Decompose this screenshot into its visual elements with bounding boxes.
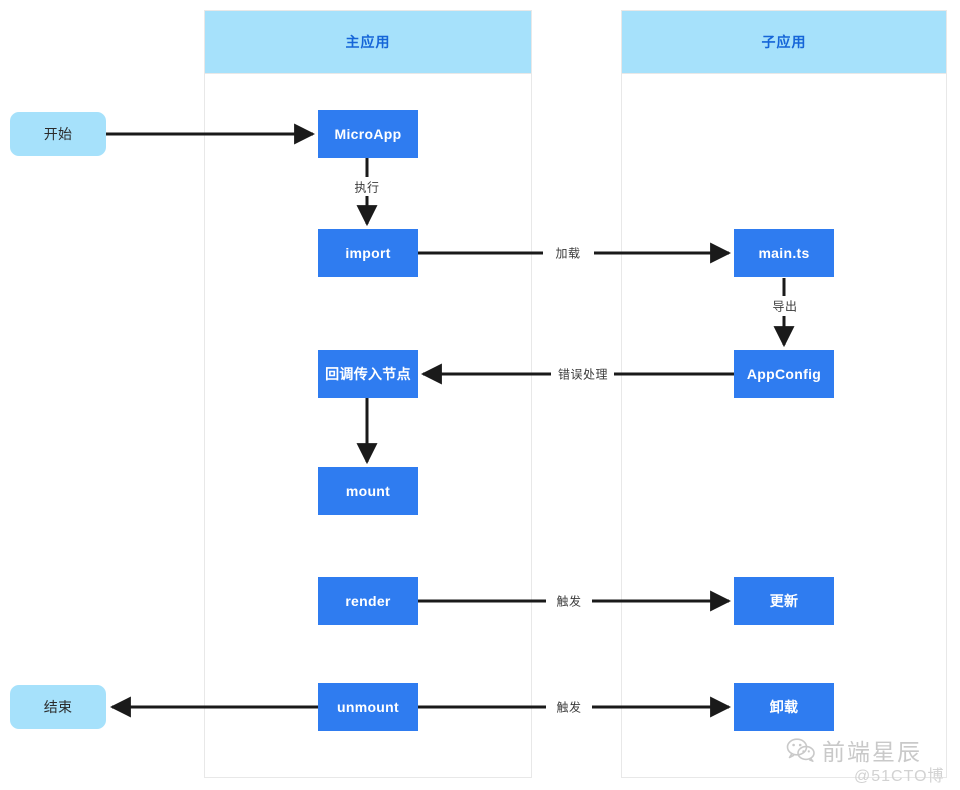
edge-label-trigger-uninstall: 触发 bbox=[552, 698, 586, 716]
swimlane-header-main-app: 主应用 bbox=[204, 10, 532, 74]
node-end[interactable]: 结束 bbox=[10, 685, 106, 729]
node-start[interactable]: 开始 bbox=[10, 112, 106, 156]
node-label-unmount: unmount bbox=[337, 699, 399, 715]
node-render[interactable]: render bbox=[318, 577, 418, 625]
node-uninstall[interactable]: 卸载 bbox=[734, 683, 834, 731]
swimlane-label-sub-app: 子应用 bbox=[761, 34, 807, 50]
node-import[interactable]: import bbox=[318, 229, 418, 277]
node-label-appconfig: AppConfig bbox=[746, 366, 822, 382]
swimlane-label-main-app: 主应用 bbox=[345, 34, 391, 50]
node-label-uninstall: 卸载 bbox=[769, 699, 799, 715]
node-appconfig[interactable]: AppConfig bbox=[734, 350, 834, 398]
watermark-source: @51CTO博客 bbox=[854, 768, 945, 785]
node-callback[interactable]: 回调传入节点 bbox=[318, 350, 418, 398]
node-label-end: 结束 bbox=[43, 699, 73, 715]
node-label-import: import bbox=[345, 245, 391, 261]
node-main-ts[interactable]: main.ts bbox=[734, 229, 834, 277]
edge-label-trigger-update: 触发 bbox=[552, 592, 586, 610]
node-label-update: 更新 bbox=[769, 593, 799, 609]
node-mount[interactable]: mount bbox=[318, 467, 418, 515]
node-update[interactable]: 更新 bbox=[734, 577, 834, 625]
edge-label-execute: 执行 bbox=[350, 178, 384, 196]
swimlane-header-sub-app: 子应用 bbox=[621, 10, 947, 74]
flowchart-canvas: 主应用 子应用 执行 加载 导出 错误处理 触发 触发 开始 MicroApp … bbox=[0, 0, 960, 790]
edge-label-error-handling: 错误处理 bbox=[553, 365, 613, 383]
node-label-mount: mount bbox=[345, 483, 391, 499]
node-label-callback: 回调传入节点 bbox=[325, 366, 411, 382]
edge-label-load: 加载 bbox=[551, 244, 585, 262]
node-unmount[interactable]: unmount bbox=[318, 683, 418, 731]
node-label-start: 开始 bbox=[43, 126, 73, 142]
node-label-main-ts: main.ts bbox=[758, 245, 810, 261]
wechat-icon bbox=[786, 738, 815, 762]
node-label-microapp: MicroApp bbox=[334, 126, 402, 142]
edge-label-export: 导出 bbox=[768, 297, 802, 315]
node-label-render: render bbox=[345, 593, 391, 609]
node-microapp[interactable]: MicroApp bbox=[318, 110, 418, 158]
